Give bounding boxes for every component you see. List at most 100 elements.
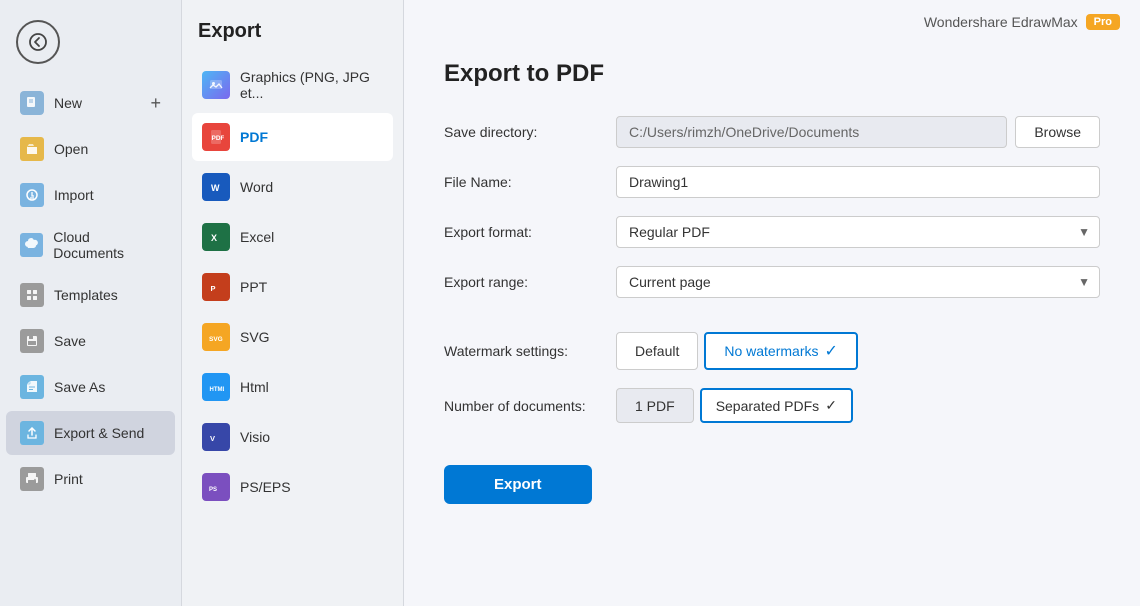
word-icon: W bbox=[202, 173, 230, 201]
export-button-row: Export bbox=[444, 441, 1100, 504]
save-directory-label: Save directory: bbox=[444, 124, 604, 140]
excel-icon: X bbox=[202, 223, 230, 251]
export-item-word-label: Word bbox=[240, 179, 273, 195]
sidebar-item-cloud-label: Cloud Documents bbox=[53, 229, 161, 261]
pseps-icon: PS bbox=[202, 473, 230, 501]
export-item-html-label: Html bbox=[240, 379, 269, 395]
sidebar-item-new[interactable]: New + bbox=[6, 81, 175, 125]
export-format-label: Export format: bbox=[444, 224, 604, 240]
sidebar-item-cloud-documents[interactable]: Cloud Documents bbox=[6, 219, 175, 271]
sidebar-item-import[interactable]: Import bbox=[6, 173, 175, 217]
export-item-graphics[interactable]: Graphics (PNG, JPG et... bbox=[192, 59, 393, 111]
export-range-select[interactable]: Current page All pages Custom range bbox=[616, 266, 1100, 298]
checkmark-icon: ✓ bbox=[825, 341, 838, 361]
sidebar-item-save-label: Save bbox=[54, 333, 86, 349]
export-item-pseps-label: PS/EPS bbox=[240, 479, 291, 495]
sidebar: New + Open Import Cloud Docu bbox=[0, 0, 182, 606]
separated-pdfs-label: Separated PDFs bbox=[716, 398, 820, 414]
num-documents-count-button[interactable]: 1 PDF bbox=[616, 388, 694, 423]
new-plus-icon: + bbox=[150, 93, 161, 114]
watermark-no-button[interactable]: No watermarks ✓ bbox=[704, 332, 858, 370]
export-item-pdf[interactable]: PDF PDF bbox=[192, 113, 393, 161]
export-format-row: Export format: Regular PDF PDF/A PDF/X ▼ bbox=[444, 216, 1100, 248]
export-item-excel-label: Excel bbox=[240, 229, 274, 245]
ppt-icon: P bbox=[202, 273, 230, 301]
export-item-word[interactable]: W Word bbox=[192, 163, 393, 211]
sidebar-item-new-label: New bbox=[54, 95, 140, 111]
svg-text:PS: PS bbox=[209, 487, 217, 493]
export-item-pdf-label: PDF bbox=[240, 129, 268, 145]
import-icon bbox=[20, 183, 44, 207]
app-title-area: Wondershare EdrawMax Pro bbox=[924, 14, 1120, 30]
sidebar-item-saveas-label: Save As bbox=[54, 379, 105, 395]
sidebar-item-templates[interactable]: Templates bbox=[6, 273, 175, 317]
num-documents-separated-button[interactable]: Separated PDFs ✓ bbox=[700, 388, 853, 423]
export-panel: Export Graphics (PNG, JPG et... PDF PDF … bbox=[182, 0, 404, 606]
export-item-ppt[interactable]: P PPT bbox=[192, 263, 393, 311]
svg-text:W: W bbox=[211, 183, 220, 193]
new-icon bbox=[20, 91, 44, 115]
saveas-icon bbox=[20, 375, 44, 399]
export-item-pseps[interactable]: PS PS/EPS bbox=[192, 463, 393, 511]
num-documents-btn-group: 1 PDF Separated PDFs ✓ bbox=[616, 388, 853, 423]
export-item-visio[interactable]: V Visio bbox=[192, 413, 393, 461]
separated-checkmark-icon: ✓ bbox=[825, 397, 837, 414]
sidebar-item-open[interactable]: Open bbox=[6, 127, 175, 171]
export-range-row: Export range: Current page All pages Cus… bbox=[444, 266, 1100, 298]
svg-text:SVG: SVG bbox=[209, 336, 223, 343]
page-title: Export to PDF bbox=[444, 60, 1100, 88]
file-name-input[interactable] bbox=[616, 166, 1100, 198]
cloud-icon bbox=[20, 233, 43, 257]
svg-text:V: V bbox=[210, 434, 215, 443]
sidebar-item-print-label: Print bbox=[54, 471, 83, 487]
app-name: Wondershare EdrawMax bbox=[924, 14, 1078, 30]
export-range-control: Current page All pages Custom range ▼ bbox=[616, 266, 1100, 298]
svg-text:X: X bbox=[211, 233, 217, 243]
export-item-svg[interactable]: SVG SVG bbox=[192, 313, 393, 361]
export-range-select-wrapper: Current page All pages Custom range ▼ bbox=[616, 266, 1100, 298]
sidebar-item-templates-label: Templates bbox=[54, 287, 118, 303]
save-directory-control: Browse bbox=[616, 116, 1100, 148]
export-button[interactable]: Export bbox=[444, 465, 592, 504]
visio-icon: V bbox=[202, 423, 230, 451]
svg-icon: SVG bbox=[202, 323, 230, 351]
export-item-svg-label: SVG bbox=[240, 329, 270, 345]
num-documents-row: Number of documents: 1 PDF Separated PDF… bbox=[444, 388, 1100, 423]
open-icon bbox=[20, 137, 44, 161]
graphics-icon bbox=[202, 71, 230, 99]
export-format-control: Regular PDF PDF/A PDF/X ▼ bbox=[616, 216, 1100, 248]
export-format-select[interactable]: Regular PDF PDF/A PDF/X bbox=[616, 216, 1100, 248]
back-button[interactable] bbox=[16, 20, 60, 64]
watermark-row: Watermark settings: Default No watermark… bbox=[444, 332, 1100, 370]
sidebar-item-open-label: Open bbox=[54, 141, 88, 157]
save-directory-input[interactable] bbox=[616, 116, 1007, 148]
watermark-label: Watermark settings: bbox=[444, 343, 604, 359]
svg-text:HTML: HTML bbox=[210, 387, 225, 393]
file-name-row: File Name: bbox=[444, 166, 1100, 198]
browse-button[interactable]: Browse bbox=[1015, 116, 1100, 148]
export-item-html[interactable]: HTML Html bbox=[192, 363, 393, 411]
svg-text:PDF: PDF bbox=[212, 135, 225, 142]
sidebar-item-import-label: Import bbox=[54, 187, 94, 203]
export-item-excel[interactable]: X Excel bbox=[192, 213, 393, 261]
export-format-select-wrapper: Regular PDF PDF/A PDF/X ▼ bbox=[616, 216, 1100, 248]
num-documents-label: Number of documents: bbox=[444, 398, 604, 414]
export-panel-title: Export bbox=[192, 20, 393, 43]
file-name-control bbox=[616, 166, 1100, 198]
pro-badge: Pro bbox=[1086, 14, 1120, 30]
save-directory-row: Save directory: Browse bbox=[444, 116, 1100, 148]
export-item-graphics-label: Graphics (PNG, JPG et... bbox=[240, 69, 383, 101]
watermark-default-button[interactable]: Default bbox=[616, 332, 698, 370]
sidebar-item-save[interactable]: Save bbox=[6, 319, 175, 363]
sidebar-item-save-as[interactable]: Save As bbox=[6, 365, 175, 409]
print-icon bbox=[20, 467, 44, 491]
file-name-label: File Name: bbox=[444, 174, 604, 190]
sidebar-item-export-send[interactable]: Export & Send bbox=[6, 411, 175, 455]
save-icon bbox=[20, 329, 44, 353]
export-item-ppt-label: PPT bbox=[240, 279, 267, 295]
sidebar-item-print[interactable]: Print bbox=[6, 457, 175, 501]
main-content: Wondershare EdrawMax Pro Export to PDF S… bbox=[404, 0, 1140, 606]
pdf-icon: PDF bbox=[202, 123, 230, 151]
sidebar-item-export-label: Export & Send bbox=[54, 425, 144, 441]
html-icon: HTML bbox=[202, 373, 230, 401]
